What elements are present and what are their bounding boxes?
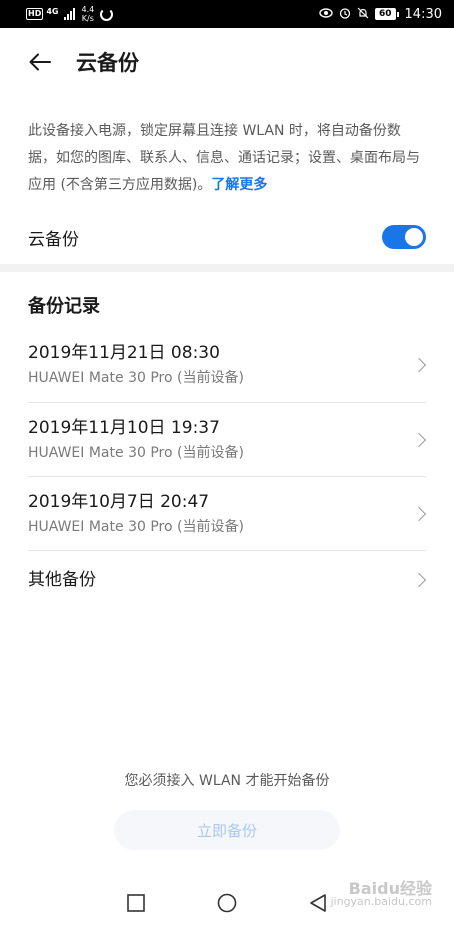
alarm-icon [339, 7, 351, 21]
mute-bell-icon [357, 7, 369, 21]
sync-icon [100, 7, 114, 21]
record-device: HUAWEI Mate 30 Pro (当前设备) [28, 518, 244, 535]
records-section-title: 备份记录 [28, 296, 100, 317]
recents-button[interactable] [116, 883, 156, 923]
backup-record-item[interactable]: 2019年11月21日 08:30 HUAWEI Mate 30 Pro (当前… [28, 328, 427, 402]
backup-record-item[interactable]: 2019年10月7日 20:47 HUAWEI Mate 30 Pro (当前设… [28, 476, 427, 550]
triangle-back-icon [310, 894, 327, 912]
record-date: 2019年11月21日 08:30 [28, 343, 220, 363]
arrow-left-icon [29, 53, 51, 71]
record-device: HUAWEI Mate 30 Pro (当前设备) [28, 370, 244, 386]
backup-description: 此设备接入电源，锁定屏幕且连接 WLAN 时，将自动备份数据，如您的图库、联系人… [28, 118, 428, 199]
other-backups-item[interactable]: 其他备份 [28, 550, 427, 608]
backup-now-button[interactable]: 立即备份 [114, 810, 340, 850]
switch-knob [405, 228, 423, 246]
page-title: 云备份 [76, 51, 139, 75]
signal-icon [64, 8, 76, 20]
backup-records-list: 2019年11月21日 08:30 HUAWEI Mate 30 Pro (当前… [28, 328, 427, 608]
square-icon [126, 894, 145, 912]
network-type: 4G [46, 6, 59, 16]
record-date: 2019年10月7日 20:47 [28, 491, 210, 512]
battery-level: 60 [375, 8, 396, 20]
wlan-hint: 您必须接入 WLAN 才能开始备份 [124, 773, 330, 789]
eye-comfort-icon [319, 8, 333, 20]
status-left: HD 4G 4.4 K/s [26, 5, 114, 23]
circle-icon [217, 893, 237, 913]
toggle-label: 云备份 [28, 229, 79, 250]
watermark: Baidu经验 jingyan.baidu.com [330, 879, 432, 909]
record-date: 2019年11月10日 19:37 [28, 417, 220, 438]
status-time: 14:30 [404, 6, 442, 22]
battery-icon: 60 [375, 8, 399, 20]
watermark-line1: Baidu经验 [348, 879, 432, 898]
back-button[interactable] [18, 40, 62, 84]
network-speed: 4.4 K/s [81, 5, 94, 23]
cloud-backup-switch[interactable] [382, 225, 426, 249]
hd-badge: HD [26, 8, 44, 20]
learn-more-link[interactable]: 了解更多 [211, 177, 267, 193]
app-header: 云备份 [0, 40, 454, 84]
chevron-right-icon [411, 572, 427, 587]
record-device: HUAWEI Mate 30 Pro (当前设备) [28, 444, 244, 461]
cloud-backup-toggle-row: 云备份 [28, 216, 426, 258]
speed-unit: K/s [81, 14, 94, 23]
backup-record-item[interactable]: 2019年11月10日 19:37 HUAWEI Mate 30 Pro (当前… [28, 402, 427, 476]
section-divider [0, 264, 454, 272]
speed-value: 4.4 [81, 5, 95, 14]
status-bar: HD 4G 4.4 K/s 60 14:30 [0, 0, 454, 28]
watermark-line2: jingyan.baidu.com [330, 895, 432, 908]
home-button[interactable] [207, 883, 247, 923]
status-right: 60 14:30 [319, 7, 442, 22]
other-backups-label: 其他备份 [28, 569, 96, 590]
